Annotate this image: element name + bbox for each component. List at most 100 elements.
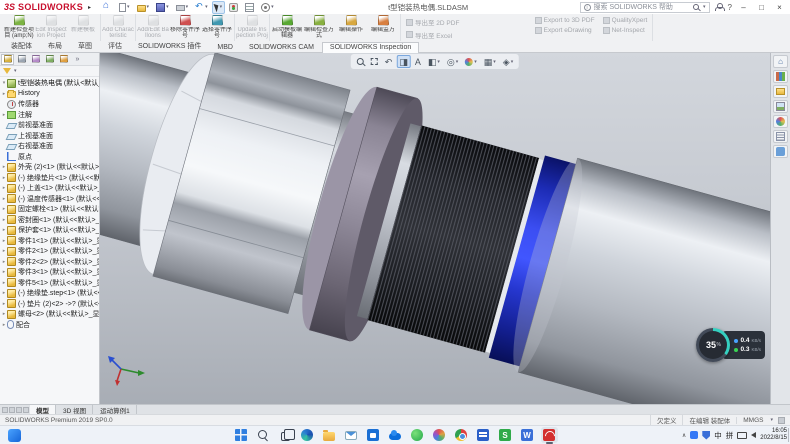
apply-scene-button[interactable]: ▦▾	[481, 55, 499, 68]
tree-item[interactable]: ▸注解	[1, 110, 99, 121]
tree-item[interactable]: ▸螺母<2> (默认<<默认>_显示状态	[1, 309, 99, 320]
file-properties-button[interactable]	[242, 1, 257, 14]
mail-taskbar-button[interactable]	[343, 427, 360, 443]
configurationmanager-tab[interactable]	[29, 54, 42, 65]
edit-appearance-button[interactable]: ▾	[462, 55, 480, 68]
tree-item[interactable]: ▸保护套<1> (默认<<默认>_显示状	[1, 225, 99, 236]
ime-language-indicator[interactable]: 中	[714, 430, 722, 441]
pane-expand-tab[interactable]: »	[71, 54, 84, 65]
tab-scroll-button[interactable]	[9, 407, 15, 413]
edge-taskbar-button[interactable]	[299, 427, 316, 443]
filter-caret-icon[interactable]: ▾	[14, 68, 17, 74]
save-button[interactable]: ▾	[153, 1, 172, 14]
file-explorer-button[interactable]	[773, 85, 788, 98]
appearances-scenes-button[interactable]	[773, 115, 788, 128]
design-library-button[interactable]	[773, 70, 788, 83]
ribbon-tab[interactable]: 评估	[100, 39, 130, 52]
home-button[interactable]: ⌂	[773, 55, 788, 68]
search-caret-icon[interactable]: ▾	[703, 4, 706, 10]
ribbon-button[interactable]: 新建检查项目 (amp;N)	[3, 14, 35, 41]
undo-button[interactable]: ▾	[192, 1, 211, 14]
dimxpertmanager-tab[interactable]	[43, 54, 56, 65]
search-icon[interactable]	[693, 4, 699, 10]
file-explorer-taskbar-button[interactable]	[321, 427, 338, 443]
tree-item[interactable]: ▸零件2<1> (默认<<默认>_显示状态	[1, 246, 99, 257]
tree-item[interactable]: ▸零件3<1> (默认<<默认>_显示状态	[1, 267, 99, 278]
print-button[interactable]: ▾	[173, 1, 192, 14]
tree-item[interactable]: ▸固定螺栓<1> (默认<<默认>_显示	[1, 204, 99, 215]
ribbon-tab[interactable]: 草图	[70, 39, 100, 52]
tree-item[interactable]: ▸零件5<1> (默认<<默认>_显示状态	[1, 278, 99, 289]
tree-item[interactable]: ▸密封圈<1> (默认<<默认>_显示状	[1, 215, 99, 226]
status-units[interactable]: MMGS	[736, 417, 769, 424]
tab-scroll-button[interactable]	[2, 407, 8, 413]
quick-tips-icon[interactable]	[778, 417, 785, 424]
ribbon-tab[interactable]: SOLIDWORKS CAM	[241, 42, 322, 52]
zoom-to-area-button[interactable]	[368, 55, 381, 68]
search-taskbar-button[interactable]	[255, 427, 272, 443]
ribbon-button[interactable]: 编辑监方	[367, 14, 399, 41]
tree-item[interactable]: ▸配合	[1, 320, 99, 331]
units-caret-icon[interactable]: ▾	[770, 417, 773, 423]
document-tab[interactable]: 3D 视图	[57, 405, 93, 414]
tree-item[interactable]: ▸(-) 温度传感器<1> (默认<<默认>_	[1, 194, 99, 205]
tab-scroll-button[interactable]	[16, 407, 22, 413]
tree-item[interactable]: 前视基准面	[1, 120, 99, 131]
app-green-circle-taskbar-button[interactable]	[409, 427, 426, 443]
hide-show-items-button[interactable]: ◎▾	[444, 55, 461, 68]
3d-model-scene[interactable]	[100, 53, 770, 404]
chrome-taskbar-button[interactable]	[453, 427, 470, 443]
maximize-button[interactable]: □	[755, 3, 768, 12]
document-tab[interactable]: 运动算例1	[94, 405, 137, 414]
ribbon-button[interactable]: 编辑检查方式	[303, 14, 335, 41]
ribbon-tab[interactable]: MBD	[209, 42, 241, 52]
network-monitor-icon[interactable]	[737, 432, 747, 439]
ribbon-tab[interactable]: 布局	[40, 39, 70, 52]
performance-widget[interactable]: 35 % 0.4KB/s0.3KB/s	[696, 328, 765, 362]
tray-overflow-chevron[interactable]: ∧	[682, 432, 686, 439]
tree-item[interactable]: ▸History	[1, 89, 99, 100]
ribbon-button[interactable]: 选择零件序号	[201, 14, 233, 41]
options-button[interactable]: ▾	[258, 1, 277, 14]
propertymanager-tab[interactable]	[15, 54, 28, 65]
onedrive-taskbar-button[interactable]	[387, 427, 404, 443]
ribbon-button[interactable]: 编辑操作	[335, 14, 367, 41]
view-palette-button[interactable]	[773, 100, 788, 113]
tree-item[interactable]: 右视基准面	[1, 141, 99, 152]
security-shield-icon[interactable]	[702, 431, 710, 440]
display-style-button[interactable]: ◧▾	[425, 55, 443, 68]
app-color-orb-taskbar-button[interactable]	[431, 427, 448, 443]
tree-item[interactable]: ▸(-) 绝缘垫.step<1> (默认<<默认	[1, 288, 99, 299]
tray-app-icon[interactable]	[690, 431, 698, 439]
ribbon-tab[interactable]: SOLIDWORKS Inspection	[322, 42, 419, 53]
ribbon-button[interactable]: 移除零件序号	[169, 14, 201, 41]
ribbon-button[interactable]: 启动模板编辑器	[271, 14, 303, 41]
tree-item[interactable]: ▸零件1<1> (默认<<默认>_显示状态	[1, 236, 99, 247]
ribbon-tab[interactable]: SOLIDWORKS 插件	[130, 39, 209, 52]
document-tab[interactable]: 模型	[30, 405, 56, 414]
speaker-icon[interactable]	[751, 432, 756, 438]
ime-mode-indicator[interactable]: 拼	[726, 430, 734, 441]
new-document-button[interactable]: ▾	[116, 1, 133, 14]
view-orientation-button[interactable]: ◈▾	[500, 55, 516, 68]
tree-item[interactable]: 原点	[1, 152, 99, 163]
home-button[interactable]	[100, 1, 115, 14]
zoom-to-fit-button[interactable]	[354, 55, 367, 68]
minimize-button[interactable]: –	[737, 3, 750, 12]
menu-expand-arrow-icon[interactable]: ▸	[88, 4, 91, 11]
tree-item[interactable]: ▸(-) 绝缘垫片<1> (默认<<默认>_显	[1, 173, 99, 184]
tree-item[interactable]: ▸(-) 垫片 (2)<2> ->? (默认<<默认>	[1, 299, 99, 310]
tree-item[interactable]: 上视基准面	[1, 131, 99, 142]
task-view-taskbar-button[interactable]	[277, 427, 294, 443]
tree-item[interactable]: 传感器	[1, 99, 99, 110]
ribbon-tab[interactable]: 装配体	[3, 39, 40, 52]
rebuild-button[interactable]	[226, 1, 241, 14]
help-search-box[interactable]: i 搜索 SOLIDWORKS 帮助 ▾	[580, 2, 710, 13]
help-icon[interactable]: ?	[728, 3, 732, 12]
solidworks-taskbar-button[interactable]	[541, 427, 558, 443]
widgets-icon[interactable]	[8, 429, 21, 442]
previous-view-button[interactable]: ↶	[382, 55, 396, 68]
tree-item[interactable]: ▸零件2<2> (默认<<默认>_显示状态	[1, 257, 99, 268]
tab-scroll-button[interactable]	[23, 407, 29, 413]
open-document-button[interactable]: ▾	[134, 1, 153, 14]
